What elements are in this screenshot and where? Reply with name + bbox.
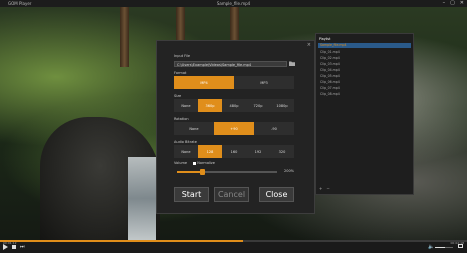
fullscreen-icon[interactable] — [458, 244, 463, 248]
playlist-toolbar: + − — [319, 186, 330, 191]
size-label: Size — [174, 94, 182, 98]
window-title: Sample_file.mp4 — [216, 1, 251, 6]
normalize-label: Normalize — [197, 161, 215, 165]
maximize-button[interactable]: ▢ — [450, 0, 455, 7]
format-option-mp4[interactable]: MP4 — [174, 76, 234, 89]
close-window-button[interactable]: ✕ — [460, 0, 464, 7]
bitrate-option-128[interactable]: 128 — [198, 145, 222, 158]
volume-slider-fill — [177, 171, 202, 173]
format-selector: MP4 MP3 — [174, 76, 294, 89]
cancel-button[interactable]: Cancel — [214, 187, 249, 202]
title-bar: GOM Player Sample_file.mp4 – ▢ ✕ — [0, 0, 467, 7]
playlist-item[interactable]: Clip_08.mp4 — [320, 91, 340, 97]
start-button[interactable]: Start — [174, 187, 209, 202]
input-file-field[interactable]: C:\Users\Example\Videos\Sample_file.mp4 — [174, 61, 287, 67]
seek-bar[interactable] — [0, 240, 467, 242]
volume-slider[interactable] — [177, 169, 277, 175]
size-option-480p[interactable]: 480p — [222, 99, 246, 112]
seek-bar-fill — [0, 240, 243, 242]
close-button[interactable]: Close — [259, 187, 294, 202]
size-option-none[interactable]: None — [174, 99, 198, 112]
volume-row: Volume Normalize — [174, 161, 294, 166]
remove-icon[interactable]: − — [326, 186, 329, 191]
speaker-icon[interactable]: 🔈 — [428, 244, 434, 250]
size-option-1080p[interactable]: 1080p — [270, 99, 294, 112]
window-controls: – ▢ ✕ — [443, 0, 464, 7]
rotation-option-minus90[interactable]: -90 — [254, 122, 294, 135]
next-icon[interactable]: ⏭ — [20, 244, 25, 250]
bitrate-option-none[interactable]: None — [174, 145, 198, 158]
play-icon[interactable] — [3, 244, 8, 250]
dialog-close-icon[interactable]: × — [307, 42, 311, 48]
volume-slider-thumb[interactable] — [199, 169, 205, 175]
volume-bar-fill — [435, 247, 445, 248]
format-option-mp3[interactable]: MP3 — [234, 76, 294, 89]
rotation-option-plus90[interactable]: +90 — [214, 122, 254, 135]
size-option-720p[interactable]: 720p — [246, 99, 270, 112]
playlist-panel: Playlist Sample_file.mp4 Clip_01.mp4 Clip… — [315, 33, 414, 195]
add-icon[interactable]: + — [319, 186, 322, 191]
playlist-active-item[interactable]: Sample_file.mp4 — [318, 43, 411, 48]
rotation-selector: None +90 -90 — [174, 122, 294, 135]
input-file-label: Input File — [174, 54, 191, 58]
size-selector: None 360p 480p 720p 1080p — [174, 99, 294, 112]
normalize-checkbox[interactable] — [193, 161, 197, 165]
waterfall — [128, 157, 156, 240]
volume-bar[interactable] — [435, 247, 453, 248]
playlist-header: Playlist — [319, 37, 331, 41]
stop-icon[interactable] — [12, 245, 16, 249]
size-option-360p[interactable]: 360p — [198, 99, 222, 112]
tree-trunk — [120, 7, 129, 67]
format-label: Format — [174, 71, 187, 75]
volume-percent: 200% — [284, 169, 295, 173]
minimize-button[interactable]: – — [443, 0, 446, 7]
playlist-items: Clip_01.mp4 Clip_02.mp4 Clip_03.mp4 Clip_04… — [320, 49, 340, 97]
audio-bitrate-label: Audio Bitrate — [174, 140, 197, 144]
convert-dialog: × Input File C:\Users\Example\Videos\Sam… — [156, 40, 315, 214]
volume-label: Volume — [174, 161, 188, 165]
rotation-label: Rotation — [174, 117, 189, 121]
rotation-option-none[interactable]: None — [174, 122, 214, 135]
bitrate-option-192[interactable]: 192 — [246, 145, 270, 158]
player-controls: 00:01:12 00:02:18 ⏭ 🔈 — [0, 240, 467, 253]
bitrate-option-320[interactable]: 320 — [270, 145, 294, 158]
audio-bitrate-selector: None 128 160 192 320 — [174, 145, 294, 158]
folder-icon[interactable] — [289, 60, 295, 67]
bitrate-option-160[interactable]: 160 — [222, 145, 246, 158]
